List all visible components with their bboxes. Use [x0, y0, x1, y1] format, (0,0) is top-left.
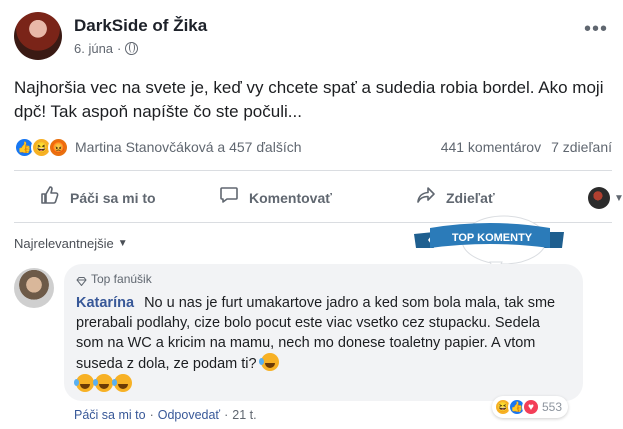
- more-icon[interactable]: •••: [584, 18, 608, 41]
- comment-like-link[interactable]: Páči sa mi to: [74, 408, 146, 422]
- thumbs-up-icon: [40, 185, 60, 211]
- share-button-label: Zdieľať: [446, 190, 495, 206]
- laughing-emoji-icon: [74, 374, 94, 392]
- share-icon: [416, 185, 436, 211]
- like-button-label: Páči sa mi to: [70, 190, 156, 206]
- laughing-emoji-icon: [112, 374, 132, 392]
- comment-reply-link[interactable]: Odpovedať: [158, 408, 220, 422]
- comment-button[interactable]: Komentovať: [219, 185, 332, 211]
- post-counts: 441 komentárov 7 zdieľaní: [441, 139, 612, 155]
- commenter-avatar[interactable]: [14, 268, 54, 308]
- like-button[interactable]: Páči sa mi to: [40, 185, 156, 211]
- diamond-icon: [76, 275, 87, 286]
- post-date[interactable]: 6. júna: [74, 41, 113, 56]
- top-fan-label: Top fanúšik: [91, 272, 152, 286]
- comment-body: Katarína No u nas je furt umakartove jad…: [74, 293, 571, 395]
- comment-author[interactable]: Katarína: [76, 295, 134, 311]
- post-meta: 6. júna ·: [74, 41, 139, 56]
- comment-icon: [219, 185, 239, 211]
- top-fan-badge: Top fanúšik: [76, 271, 571, 287]
- separator: ·: [117, 41, 122, 56]
- angry-reaction-icon: 😡: [48, 136, 69, 158]
- separator: ·: [149, 408, 154, 422]
- share-button[interactable]: Zdieľať: [416, 185, 495, 211]
- sort-label: Najrelevantnejšie: [14, 236, 114, 251]
- top-comment-badge-label: TOP KOMENTY: [452, 232, 533, 244]
- divider: [14, 170, 612, 171]
- viewer-avatar: [588, 187, 610, 209]
- comment-reactions[interactable]: 😆 👍 ♥ 553: [492, 396, 569, 418]
- reaction-names[interactable]: Martina Stanovčáková a 457 ďalších: [75, 139, 302, 155]
- love-reaction-icon: ♥: [522, 398, 540, 416]
- comment-reaction-count: 553: [542, 400, 563, 414]
- post-actions: Páči sa mi to Komentovať Zdieľať ▼: [14, 180, 623, 216]
- separator: ·: [224, 408, 229, 422]
- comment-time[interactable]: 21 t.: [232, 408, 256, 422]
- comments-count[interactable]: 441 komentárov: [441, 139, 541, 155]
- viewer-selector[interactable]: ▼: [588, 187, 623, 209]
- comment-bubble: Top fanúšik Katarína No u nas je furt um…: [64, 264, 583, 401]
- page-avatar[interactable]: [14, 12, 62, 60]
- post-author[interactable]: DarkSide of Žika: [74, 16, 207, 36]
- laughing-emoji-icon: [258, 353, 279, 371]
- comment-text: No u nas je furt umakartove jadro a ked …: [76, 295, 556, 372]
- post-text: Najhoršia vec na svete je, keď vy chcete…: [14, 78, 604, 121]
- reaction-icons[interactable]: 👍 😆 😡: [14, 136, 69, 158]
- comment-actions: Páči sa mi to · Odpovedať · 21 t.: [74, 408, 257, 422]
- laughing-emoji-icon: [93, 374, 113, 392]
- reactions-row: 👍 😆 😡 Martina Stanovčáková a 457 ďalších…: [14, 136, 612, 158]
- globe-icon: [125, 42, 139, 55]
- comment-button-label: Komentovať: [249, 190, 332, 206]
- comment-sort-dropdown[interactable]: Najrelevantnejšie ▼: [14, 236, 128, 251]
- post-header: DarkSide of Žika 6. júna · •••: [14, 12, 614, 62]
- caret-down-icon: ▼: [614, 192, 623, 204]
- caret-down-icon: ▼: [117, 238, 128, 249]
- shares-count[interactable]: 7 zdieľaní: [551, 139, 612, 155]
